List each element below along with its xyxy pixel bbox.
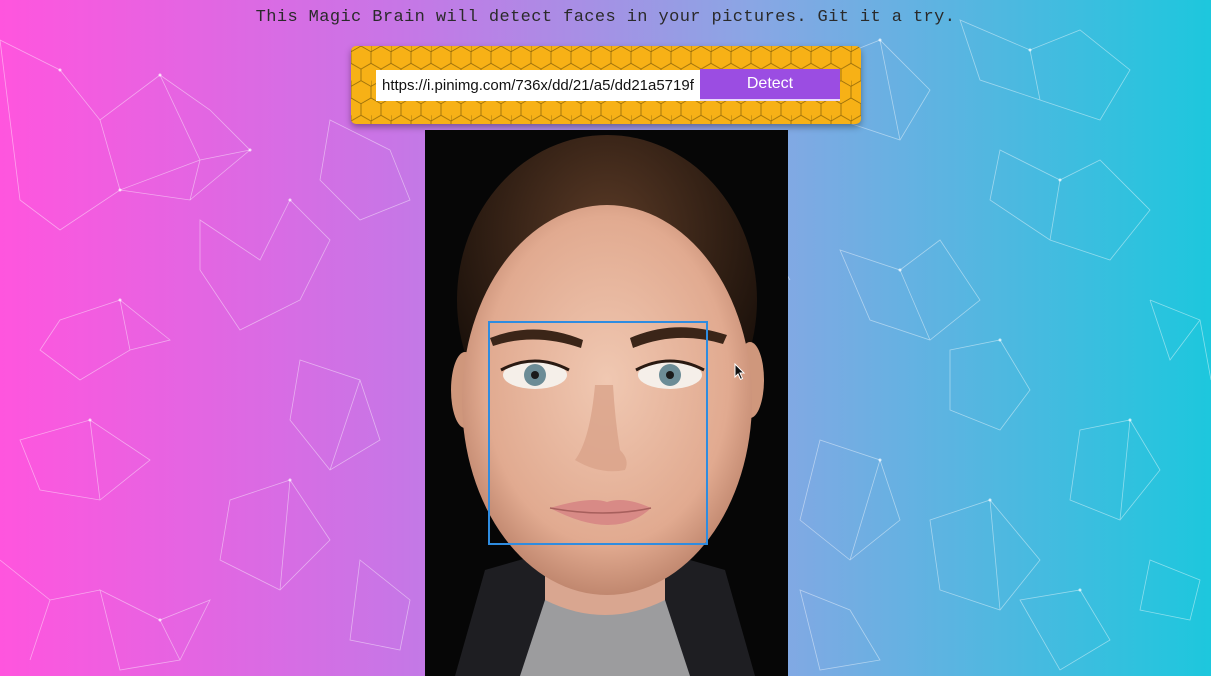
image-url-form: Detect [351,46,861,124]
mouse-cursor-icon [734,363,746,381]
image-url-input[interactable] [376,70,700,101]
face-bounding-box [488,321,708,545]
page-tagline: This Magic Brain will detect faces in yo… [255,8,956,27]
detect-button[interactable]: Detect [700,69,840,101]
uploaded-photo [425,130,788,676]
